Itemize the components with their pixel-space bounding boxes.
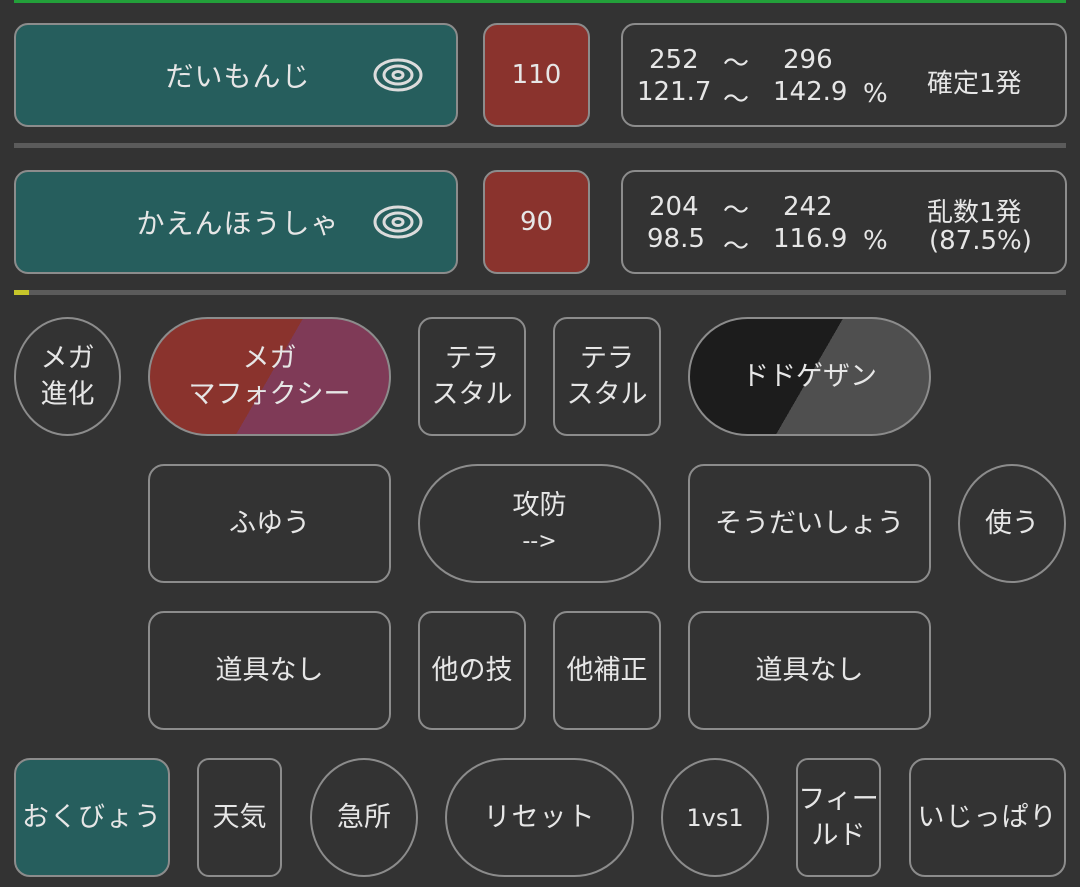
field-button[interactable]: フィー ルド	[796, 758, 881, 877]
ko-chance: (87.5%)	[929, 226, 1032, 256]
defender-pokemon-button[interactable]: ドドゲザン	[688, 317, 931, 436]
button-label: メガ	[242, 342, 297, 374]
critical-hit-button[interactable]: 急所	[310, 758, 418, 877]
button-label: 進化	[40, 378, 95, 410]
defender-ability-button[interactable]: そうだいしょう	[688, 464, 931, 583]
button-label: メガ	[40, 342, 95, 374]
mega-evolve-button[interactable]: メガ 進化	[14, 317, 121, 436]
range-tilde: ～	[723, 85, 750, 115]
attacker-tera-button[interactable]: テラ スタル	[418, 317, 526, 436]
defender-nature-button[interactable]: いじっぱり	[909, 758, 1066, 877]
use-ability-button[interactable]: 使う	[958, 464, 1066, 583]
button-label: -->	[522, 528, 557, 554]
hp-bar-fill	[14, 290, 29, 295]
swap-attack-defense-button[interactable]: 攻防 -->	[418, 464, 661, 583]
button-label: ルド	[811, 819, 866, 851]
hp-bar	[14, 290, 1066, 295]
top-accent-bar	[14, 0, 1066, 3]
percent-sign: %	[863, 226, 888, 256]
ko-result: 乱数1発	[927, 198, 1022, 228]
move-power-2[interactable]: 90	[483, 170, 590, 274]
damage-max: 296	[783, 45, 833, 75]
move-button-2[interactable]: かえんほうしゃ	[14, 170, 458, 274]
damage-max-percent: 142.9	[773, 77, 848, 107]
move-button-1[interactable]: だいもんじ	[14, 23, 458, 127]
damage-max: 242	[783, 192, 833, 222]
defender-tera-button[interactable]: テラ スタル	[553, 317, 661, 436]
button-label: 攻防	[512, 489, 567, 521]
damage-min-percent: 121.7	[637, 77, 712, 107]
other-modifiers-button[interactable]: 他補正	[553, 611, 661, 730]
special-category-icon	[373, 205, 423, 239]
range-tilde: ～	[723, 232, 750, 262]
button-label: スタル	[566, 378, 648, 410]
button-label: テラ	[580, 342, 634, 374]
ko-result: 確定1発	[927, 69, 1022, 99]
special-category-icon	[373, 58, 423, 92]
battle-mode-button[interactable]: 1vs1	[661, 758, 769, 877]
weather-button[interactable]: 天気	[197, 758, 282, 877]
divider	[14, 143, 1066, 148]
button-label: マフォクシー	[188, 378, 351, 410]
attacker-ability-button[interactable]: ふゆう	[148, 464, 391, 583]
damage-result-2: 204 ～ 242 98.5 ～ 116.9 % 乱数1発 (87.5%)	[621, 170, 1067, 274]
damage-min: 204	[649, 192, 699, 222]
attacker-item-button[interactable]: 道具なし	[148, 611, 391, 730]
button-label: テラ	[445, 342, 499, 374]
range-tilde: ～	[723, 49, 750, 79]
damage-min: 252	[649, 45, 699, 75]
defender-item-button[interactable]: 道具なし	[688, 611, 931, 730]
button-label: スタル	[431, 378, 513, 410]
attacker-nature-button[interactable]: おくびょう	[14, 758, 170, 877]
other-moves-button[interactable]: 他の技	[418, 611, 526, 730]
reset-button[interactable]: リセット	[445, 758, 634, 877]
percent-sign: %	[863, 79, 888, 109]
range-tilde: ～	[723, 196, 750, 226]
damage-max-percent: 116.9	[773, 224, 848, 254]
damage-min-percent: 98.5	[647, 224, 705, 254]
move-power-1[interactable]: 110	[483, 23, 590, 127]
attacker-pokemon-button[interactable]: メガ マフォクシー	[148, 317, 391, 436]
button-label: フィー	[798, 783, 879, 815]
damage-result-1: 252 ～ 296 121.7 ～ 142.9 % 確定1発	[621, 23, 1067, 127]
